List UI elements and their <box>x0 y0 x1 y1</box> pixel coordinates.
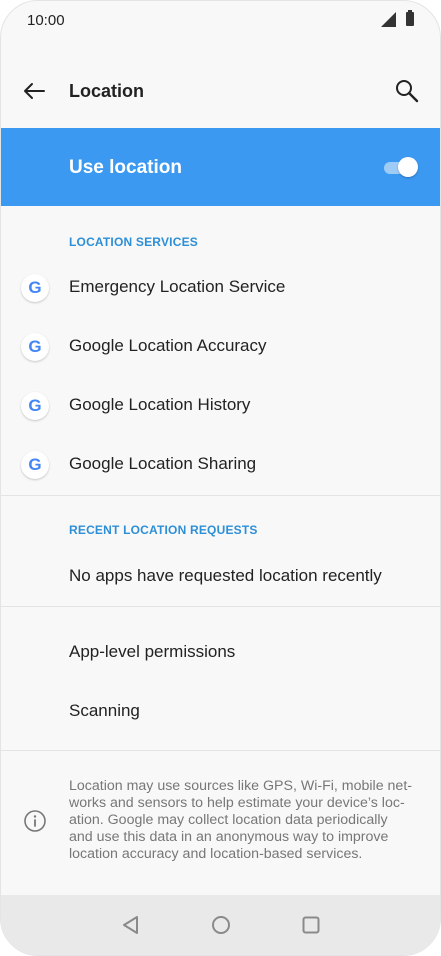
page-title: Location <box>69 81 144 101</box>
back-arrow-icon[interactable] <box>19 76 49 106</box>
battery-icon <box>406 10 414 26</box>
list-item-google-location-sharing[interactable]: G Google Location Sharing <box>1 436 440 494</box>
location-info-text: Location may use sources like GPS, Wi-Fi… <box>69 778 429 863</box>
info-line: location accuracy and location-based ser… <box>69 846 363 862</box>
list-item-google-location-history[interactable]: G Google Location History <box>1 377 440 435</box>
google-g-icon: G <box>21 274 49 302</box>
info-line: Location may use sources like GPS, Wi-Fi… <box>69 778 412 794</box>
list-item-label: Google Location History <box>69 395 251 414</box>
status-time: 10:00 <box>27 12 65 29</box>
signal-icon <box>381 12 396 27</box>
use-location-label: Use location <box>69 157 182 178</box>
app-bar: Location <box>1 61 440 121</box>
google-g-icon: G <box>21 392 49 420</box>
google-g-icon: G <box>21 451 49 479</box>
info-line: ation. Google may collect location data … <box>69 812 388 828</box>
recent-requests-empty-text: No apps have requested location recently <box>69 566 382 585</box>
divider <box>1 606 440 607</box>
list-item-google-location-accuracy[interactable]: G Google Location Accuracy <box>1 318 440 376</box>
info-line: and use this data in an anonymous way to… <box>69 829 389 845</box>
list-item-label: App-level permissions <box>69 642 236 661</box>
list-item-emergency-location-service[interactable]: G Emergency Location Service <box>1 259 440 317</box>
use-location-toggle[interactable] <box>384 156 418 178</box>
recent-requests-header: RECENT LOCATION REQUESTS <box>69 523 258 537</box>
list-item-label: Google Location Accuracy <box>69 336 267 355</box>
system-nav-bar <box>1 895 440 955</box>
divider <box>1 750 440 751</box>
use-location-switch-row[interactable]: Use location <box>1 128 440 206</box>
recent-requests-empty-item: No apps have requested location recently <box>1 548 440 606</box>
phone-screen: 10:00 Location Use location LOCATION SER… <box>0 0 441 956</box>
info-icon <box>23 809 47 833</box>
home-nav-icon[interactable] <box>210 914 232 936</box>
list-item-label: Emergency Location Service <box>69 277 286 296</box>
search-icon[interactable] <box>392 76 422 106</box>
list-item-label: Scanning <box>69 701 140 720</box>
list-item-scanning[interactable]: Scanning <box>1 683 440 741</box>
recents-nav-icon[interactable] <box>300 914 322 936</box>
list-item-app-level-permissions[interactable]: App-level permissions <box>1 624 440 682</box>
toggle-thumb <box>398 157 418 177</box>
back-nav-icon[interactable] <box>120 914 142 936</box>
info-line: works and sensors to help estimate your … <box>69 795 405 811</box>
location-services-header: LOCATION SERVICES <box>69 235 198 249</box>
divider <box>1 495 440 496</box>
list-item-label: Google Location Sharing <box>69 454 257 473</box>
google-g-icon: G <box>21 333 49 361</box>
status-bar: 10:00 <box>1 1 440 41</box>
